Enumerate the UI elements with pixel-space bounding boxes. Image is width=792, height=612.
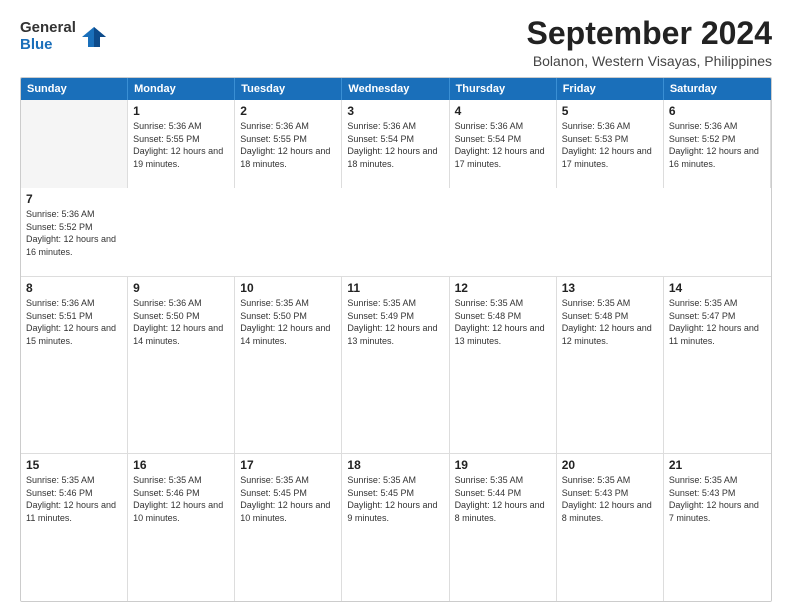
logo-icon — [80, 23, 108, 51]
day-info: Sunrise: 5:35 AMSunset: 5:46 PMDaylight:… — [133, 474, 229, 524]
cal-cell-sep17: 17 Sunrise: 5:35 AMSunset: 5:45 PMDaylig… — [235, 454, 342, 602]
header-sunday: Sunday — [21, 78, 128, 100]
header-tuesday: Tuesday — [235, 78, 342, 100]
day-number: 5 — [562, 104, 658, 118]
day-number: 4 — [455, 104, 551, 118]
week-1: 1 Sunrise: 5:36 AMSunset: 5:55 PMDayligh… — [21, 100, 771, 277]
cal-cell-sep4: 4 Sunrise: 5:36 AMSunset: 5:54 PMDayligh… — [450, 100, 557, 188]
cal-cell-sep5: 5 Sunrise: 5:36 AMSunset: 5:53 PMDayligh… — [557, 100, 664, 188]
day-info: Sunrise: 5:36 AMSunset: 5:51 PMDaylight:… — [26, 297, 122, 347]
day-number: 8 — [26, 281, 122, 295]
day-info: Sunrise: 5:36 AMSunset: 5:53 PMDaylight:… — [562, 120, 658, 170]
cal-cell-sep7: 7 Sunrise: 5:36 AMSunset: 5:52 PMDayligh… — [21, 188, 128, 276]
cal-cell-sep2: 2 Sunrise: 5:36 AMSunset: 5:55 PMDayligh… — [235, 100, 342, 188]
day-number: 6 — [669, 104, 765, 118]
cal-cell-sep21: 21 Sunrise: 5:35 AMSunset: 5:43 PMDaylig… — [664, 454, 771, 602]
logo-general: General — [20, 20, 76, 37]
day-info: Sunrise: 5:35 AMSunset: 5:48 PMDaylight:… — [455, 297, 551, 347]
logo-text: General Blue — [20, 20, 76, 53]
cal-cell-sep15: 15 Sunrise: 5:35 AMSunset: 5:46 PMDaylig… — [21, 454, 128, 602]
day-info: Sunrise: 5:36 AMSunset: 5:54 PMDaylight:… — [455, 120, 551, 170]
week-3: 15 Sunrise: 5:35 AMSunset: 5:46 PMDaylig… — [21, 454, 771, 602]
cal-cell-sep19: 19 Sunrise: 5:35 AMSunset: 5:44 PMDaylig… — [450, 454, 557, 602]
day-info: Sunrise: 5:35 AMSunset: 5:49 PMDaylight:… — [347, 297, 443, 347]
cal-cell-empty — [21, 100, 128, 188]
header-wednesday: Wednesday — [342, 78, 449, 100]
day-info: Sunrise: 5:36 AMSunset: 5:52 PMDaylight:… — [669, 120, 765, 170]
day-number: 14 — [669, 281, 766, 295]
day-info: Sunrise: 5:36 AMSunset: 5:50 PMDaylight:… — [133, 297, 229, 347]
day-number: 17 — [240, 458, 336, 472]
day-number: 19 — [455, 458, 551, 472]
day-number: 21 — [669, 458, 766, 472]
cal-cell-sep11: 11 Sunrise: 5:35 AMSunset: 5:49 PMDaylig… — [342, 277, 449, 453]
day-number: 13 — [562, 281, 658, 295]
calendar-body: 1 Sunrise: 5:36 AMSunset: 5:55 PMDayligh… — [21, 100, 771, 602]
day-number: 12 — [455, 281, 551, 295]
day-number: 3 — [347, 104, 443, 118]
day-info: Sunrise: 5:35 AMSunset: 5:48 PMDaylight:… — [562, 297, 658, 347]
calendar: Sunday Monday Tuesday Wednesday Thursday… — [20, 77, 772, 602]
cal-cell-sep1: 1 Sunrise: 5:36 AMSunset: 5:55 PMDayligh… — [128, 100, 235, 188]
location: Bolanon, Western Visayas, Philippines — [527, 53, 772, 69]
day-number: 9 — [133, 281, 229, 295]
day-number: 7 — [26, 192, 123, 206]
day-number: 11 — [347, 281, 443, 295]
day-number: 15 — [26, 458, 122, 472]
header-monday: Monday — [128, 78, 235, 100]
cal-cell-sep16: 16 Sunrise: 5:35 AMSunset: 5:46 PMDaylig… — [128, 454, 235, 602]
cal-cell-sep12: 12 Sunrise: 5:35 AMSunset: 5:48 PMDaylig… — [450, 277, 557, 453]
day-number: 18 — [347, 458, 443, 472]
cal-cell-sep20: 20 Sunrise: 5:35 AMSunset: 5:43 PMDaylig… — [557, 454, 664, 602]
week-2: 8 Sunrise: 5:36 AMSunset: 5:51 PMDayligh… — [21, 277, 771, 454]
day-info: Sunrise: 5:36 AMSunset: 5:52 PMDaylight:… — [26, 208, 123, 258]
day-info: Sunrise: 5:35 AMSunset: 5:47 PMDaylight:… — [669, 297, 766, 347]
day-info: Sunrise: 5:35 AMSunset: 5:44 PMDaylight:… — [455, 474, 551, 524]
day-number: 10 — [240, 281, 336, 295]
day-number: 20 — [562, 458, 658, 472]
day-info: Sunrise: 5:35 AMSunset: 5:50 PMDaylight:… — [240, 297, 336, 347]
cal-cell-sep9: 9 Sunrise: 5:36 AMSunset: 5:50 PMDayligh… — [128, 277, 235, 453]
calendar-header: Sunday Monday Tuesday Wednesday Thursday… — [21, 78, 771, 100]
day-info: Sunrise: 5:35 AMSunset: 5:43 PMDaylight:… — [669, 474, 766, 524]
cal-cell-sep8: 8 Sunrise: 5:36 AMSunset: 5:51 PMDayligh… — [21, 277, 128, 453]
logo-blue: Blue — [20, 37, 76, 54]
day-info: Sunrise: 5:35 AMSunset: 5:43 PMDaylight:… — [562, 474, 658, 524]
page: General Blue September 2024 Bolanon, Wes… — [0, 0, 792, 612]
day-info: Sunrise: 5:35 AMSunset: 5:45 PMDaylight:… — [240, 474, 336, 524]
cal-cell-sep10: 10 Sunrise: 5:35 AMSunset: 5:50 PMDaylig… — [235, 277, 342, 453]
header: General Blue September 2024 Bolanon, Wes… — [20, 16, 772, 69]
logo: General Blue — [20, 20, 108, 53]
header-saturday: Saturday — [664, 78, 771, 100]
day-info: Sunrise: 5:35 AMSunset: 5:45 PMDaylight:… — [347, 474, 443, 524]
day-info: Sunrise: 5:35 AMSunset: 5:46 PMDaylight:… — [26, 474, 122, 524]
day-info: Sunrise: 5:36 AMSunset: 5:55 PMDaylight:… — [240, 120, 336, 170]
day-number: 16 — [133, 458, 229, 472]
header-thursday: Thursday — [450, 78, 557, 100]
cal-cell-sep6: 6 Sunrise: 5:36 AMSunset: 5:52 PMDayligh… — [664, 100, 771, 188]
title-block: September 2024 Bolanon, Western Visayas,… — [527, 16, 772, 69]
month-year: September 2024 — [527, 16, 772, 51]
cal-cell-sep18: 18 Sunrise: 5:35 AMSunset: 5:45 PMDaylig… — [342, 454, 449, 602]
day-info: Sunrise: 5:36 AMSunset: 5:54 PMDaylight:… — [347, 120, 443, 170]
cal-cell-sep14: 14 Sunrise: 5:35 AMSunset: 5:47 PMDaylig… — [664, 277, 771, 453]
day-number: 2 — [240, 104, 336, 118]
cal-cell-sep3: 3 Sunrise: 5:36 AMSunset: 5:54 PMDayligh… — [342, 100, 449, 188]
header-friday: Friday — [557, 78, 664, 100]
cal-cell-sep13: 13 Sunrise: 5:35 AMSunset: 5:48 PMDaylig… — [557, 277, 664, 453]
day-number: 1 — [133, 104, 229, 118]
day-info: Sunrise: 5:36 AMSunset: 5:55 PMDaylight:… — [133, 120, 229, 170]
